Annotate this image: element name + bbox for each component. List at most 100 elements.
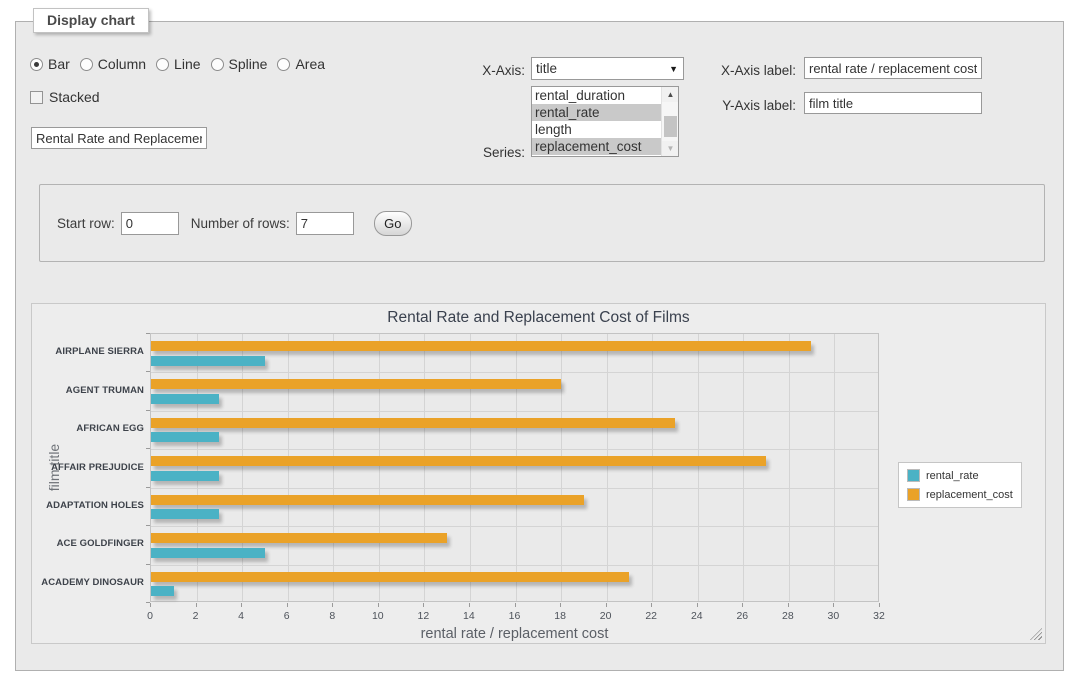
bar-rental_rate [151, 548, 265, 558]
category-label: ACE GOLDFINGER [32, 538, 144, 550]
x-axis-label-input[interactable] [804, 57, 982, 79]
gridline [424, 334, 425, 601]
chart-type-radio-spline[interactable]: Spline [211, 56, 268, 72]
x-tick-label: 26 [727, 610, 757, 622]
radio-icon[interactable] [211, 58, 224, 71]
y-tick-mark [146, 525, 150, 526]
category-label: ACADEMY DINOSAUR [32, 577, 144, 589]
bar-replacement_cost [151, 341, 811, 351]
x-tick-mark [742, 603, 743, 607]
display-chart-fieldset: Display chart BarColumnLineSplineArea St… [15, 21, 1064, 671]
y-axis-label-input[interactable] [804, 92, 982, 114]
series-option-rental_rate[interactable]: rental_rate [532, 104, 661, 121]
x-tick-mark [606, 603, 607, 607]
chart-title-input[interactable] [31, 127, 207, 149]
x-axis-select-label: X-Axis: [401, 63, 525, 78]
x-tick-mark [788, 603, 789, 607]
number-of-rows-input[interactable] [296, 212, 354, 235]
gridline [151, 449, 878, 450]
chart-type-radio-area[interactable]: Area [277, 56, 325, 72]
y-tick-mark [146, 564, 150, 565]
gridline [242, 334, 243, 601]
x-tick-label: 32 [864, 610, 894, 622]
scrollbar-thumb[interactable] [664, 116, 677, 137]
resize-handle-icon[interactable] [1030, 628, 1042, 640]
bar-replacement_cost [151, 495, 584, 505]
x-tick-mark [651, 603, 652, 607]
x-tick-label: 14 [454, 610, 484, 622]
bar-rental_rate [151, 509, 219, 519]
y-tick-mark [146, 448, 150, 449]
y-tick-mark [146, 371, 150, 372]
radio-icon[interactable] [30, 58, 43, 71]
go-button[interactable]: Go [374, 211, 412, 236]
stacked-checkbox[interactable] [30, 91, 43, 104]
x-tick-label: 2 [181, 610, 211, 622]
chart-type-radio-bar[interactable]: Bar [30, 56, 70, 72]
legend-swatch-replacement-cost [907, 488, 920, 501]
x-tick-mark [241, 603, 242, 607]
series-option-length[interactable]: length [532, 121, 661, 138]
gridline [333, 334, 334, 601]
chart-type-radio-line[interactable]: Line [156, 56, 200, 72]
chart-type-radio-group: Bar Column Line Spline Area [30, 56, 325, 72]
gridline [652, 334, 653, 601]
x-tick-label: 16 [500, 610, 530, 622]
y-tick-mark [146, 487, 150, 488]
chart-type-radio-column[interactable]: Column [80, 56, 146, 72]
gridline [516, 334, 517, 601]
radio-label: Column [98, 56, 146, 72]
gridline [151, 565, 878, 566]
gridline [607, 334, 608, 601]
y-axis-label-label: Y-Axis label: [656, 98, 796, 113]
x-tick-label: 8 [317, 610, 347, 622]
x-tick-mark [697, 603, 698, 607]
bar-replacement_cost [151, 379, 561, 389]
stacked-checkbox-row[interactable]: Stacked [30, 89, 100, 105]
radio-icon[interactable] [277, 58, 290, 71]
legend-label: rental_rate [926, 470, 979, 482]
x-tick-mark [515, 603, 516, 607]
series-option-rental_duration[interactable]: rental_duration [532, 87, 661, 104]
gridline [151, 372, 878, 373]
radio-icon[interactable] [156, 58, 169, 71]
x-tick-label: 24 [682, 610, 712, 622]
category-label: AFRICAN EGG [32, 423, 144, 435]
radio-label: Spline [229, 56, 268, 72]
x-tick-mark [150, 603, 151, 607]
start-row-input[interactable] [121, 212, 179, 235]
chart-legend: rental_rate replacement_cost [898, 462, 1022, 508]
x-axis-label-label: X-Axis label: [656, 63, 796, 78]
gridline [698, 334, 699, 601]
fieldset-legend: Display chart [33, 8, 149, 33]
legend-label: replacement_cost [926, 489, 1013, 501]
scroll-down-icon[interactable]: ▼ [662, 141, 679, 156]
bar-rental_rate [151, 432, 219, 442]
series-listbox[interactable]: rental_durationrental_ratelengthreplacem… [531, 86, 679, 157]
gridline [379, 334, 380, 601]
radio-label: Bar [48, 56, 70, 72]
x-axis-select-value: title [536, 61, 557, 76]
radio-icon[interactable] [80, 58, 93, 71]
bar-replacement_cost [151, 418, 675, 428]
series-options: rental_durationrental_ratelengthreplacem… [532, 87, 661, 156]
x-tick-label: 10 [363, 610, 393, 622]
x-tick-label: 20 [591, 610, 621, 622]
bar-replacement_cost [151, 572, 629, 582]
x-tick-label: 12 [408, 610, 438, 622]
category-label: AIRPLANE SIERRA [32, 346, 144, 358]
x-tick-mark [469, 603, 470, 607]
bar-replacement_cost [151, 456, 766, 466]
stacked-label: Stacked [49, 89, 100, 105]
start-row-label: Start row: [57, 216, 115, 231]
x-tick-label: 0 [135, 610, 165, 622]
x-tick-label: 30 [818, 610, 848, 622]
series-option-replacement_cost[interactable]: replacement_cost [532, 138, 661, 155]
x-tick-mark [560, 603, 561, 607]
gridline [834, 334, 835, 601]
legend-swatch-rental-rate [907, 469, 920, 482]
legend-item: rental_rate [907, 469, 1013, 482]
bar-rental_rate [151, 586, 174, 596]
x-tick-mark [332, 603, 333, 607]
gridline [789, 334, 790, 601]
